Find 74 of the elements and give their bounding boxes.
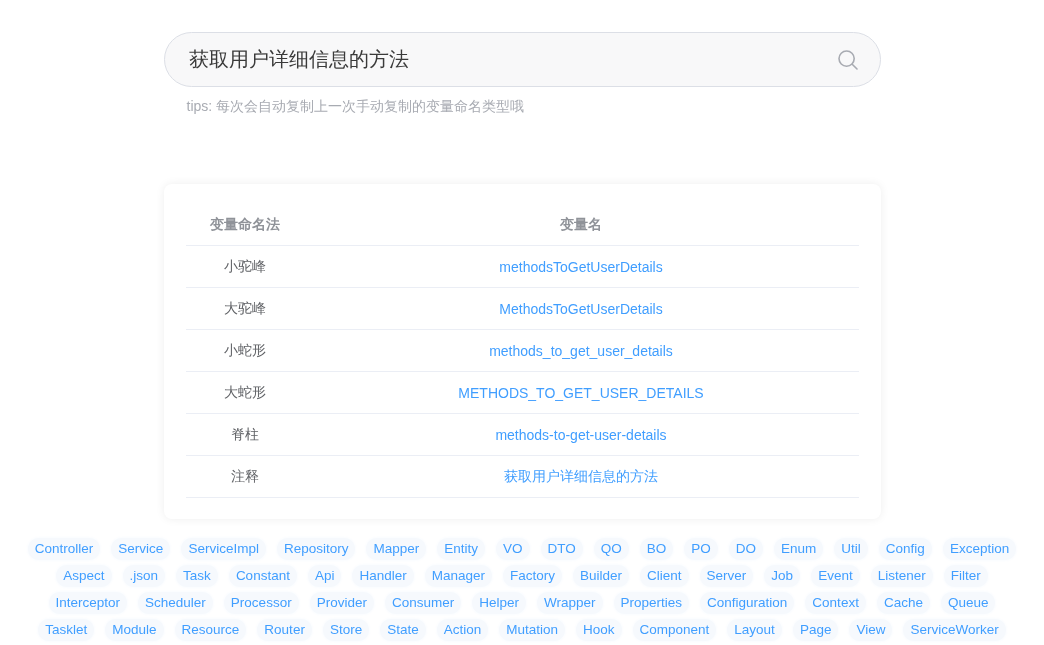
suffix-chip[interactable]: Context xyxy=(805,592,866,614)
variable-name-link[interactable]: METHODS_TO_GET_USER_DETAILS xyxy=(458,384,704,401)
suffix-chip[interactable]: Wrapper xyxy=(537,592,603,614)
variable-name-link[interactable]: methods_to_get_user_details xyxy=(489,342,673,359)
suffix-chip[interactable]: Queue xyxy=(940,592,996,614)
suffix-chip[interactable]: Factory xyxy=(503,565,563,587)
suffix-chip[interactable]: Module xyxy=(105,619,164,641)
variable-name-link[interactable]: methodsToGetUserDetails xyxy=(499,258,663,275)
suffix-chip[interactable]: Server xyxy=(699,565,754,587)
suffix-chip[interactable]: Properties xyxy=(613,592,690,614)
suffix-chip[interactable]: Controller xyxy=(27,538,101,560)
suffix-chip[interactable]: Action xyxy=(436,619,489,641)
suffix-chip[interactable]: DTO xyxy=(540,538,583,560)
suffix-chip[interactable]: DO xyxy=(728,538,764,560)
suffix-chip[interactable]: Page xyxy=(792,619,839,641)
suffix-chip[interactable]: State xyxy=(380,619,426,641)
suffix-chip[interactable]: Layout xyxy=(727,619,782,641)
suffix-chip[interactable]: Configuration xyxy=(700,592,795,614)
suffix-chip[interactable]: Resource xyxy=(174,619,247,641)
suffix-chip[interactable]: BO xyxy=(639,538,674,560)
suffix-chip[interactable]: Consumer xyxy=(384,592,462,614)
suffix-chip[interactable]: Mutation xyxy=(499,619,565,641)
suffix-chip[interactable]: Listener xyxy=(870,565,933,587)
search-field[interactable]: 获取用户详细信息的方法 xyxy=(163,32,881,87)
suffix-chip[interactable]: Interceptor xyxy=(48,592,128,614)
suffix-chip[interactable]: Job xyxy=(764,565,801,587)
suffix-chip[interactable]: QO xyxy=(593,538,629,560)
suffix-chip[interactable]: Hook xyxy=(576,619,622,641)
suffix-chip[interactable]: Cache xyxy=(876,592,930,614)
suffix-chip[interactable]: Provider xyxy=(309,592,374,614)
suffix-chip[interactable]: Constant xyxy=(228,565,297,587)
suffix-chip[interactable]: Exception xyxy=(942,538,1017,560)
suffix-chip[interactable]: Util xyxy=(834,538,868,560)
suffix-chip[interactable]: Processor xyxy=(223,592,299,614)
suffix-chip[interactable]: Enum xyxy=(774,538,824,560)
suffix-chip[interactable]: Component xyxy=(632,619,717,641)
tip-text: tips: 每次会自动复制上一次手动复制的变量命名类型哦 xyxy=(185,97,526,116)
suffix-chip[interactable]: ServiceImpl xyxy=(181,538,266,560)
suffix-chip[interactable]: Router xyxy=(257,619,312,641)
suffix-chip[interactable]: Scheduler xyxy=(138,592,213,614)
suffix-chip[interactable]: .json xyxy=(122,565,166,587)
suffix-chip[interactable]: Builder xyxy=(573,565,630,587)
suffix-chip[interactable]: View xyxy=(849,619,893,641)
naming-style-text: 大驼峰 xyxy=(223,299,266,316)
search-icon[interactable] xyxy=(837,50,858,70)
suffix-chip[interactable]: Aspect xyxy=(56,565,112,587)
column-header: 变量名 xyxy=(560,215,602,232)
suffix-chip[interactable]: Repository xyxy=(276,538,356,560)
suffix-chip[interactable]: Api xyxy=(307,565,342,587)
suffix-chip[interactable]: Filter xyxy=(943,565,988,587)
suffix-chip[interactable]: ServiceWorker xyxy=(903,619,1006,641)
suffix-chip[interactable]: Handler xyxy=(352,565,414,587)
naming-style-text: 注释 xyxy=(230,467,259,484)
naming-style-text: 小驼峰 xyxy=(223,257,266,274)
variable-name-link[interactable]: methods-to-get-user-details xyxy=(495,426,667,443)
suffix-chip[interactable]: Store xyxy=(322,619,370,641)
suffix-chip[interactable]: Task xyxy=(176,565,218,587)
suffix-chip[interactable]: Event xyxy=(811,565,860,587)
suffix-chip[interactable]: Config xyxy=(878,538,932,560)
suffix-chip[interactable]: Client xyxy=(640,565,689,587)
suffix-chip[interactable]: Service xyxy=(111,538,171,560)
suffix-chip[interactable]: PO xyxy=(684,538,718,560)
naming-style-text: 大蛇形 xyxy=(223,383,266,400)
suffix-chip[interactable]: Manager xyxy=(424,565,492,587)
variable-name-link[interactable]: MethodsToGetUserDetails xyxy=(499,300,663,317)
variable-name-link[interactable]: 获取用户详细信息的方法 xyxy=(504,467,658,484)
naming-style-text: 脊柱 xyxy=(230,425,259,442)
suffix-chip[interactable]: Helper xyxy=(472,592,526,614)
column-header: 变量命名法 xyxy=(209,215,280,232)
suffix-chip[interactable]: Entity xyxy=(437,538,485,560)
suffix-chip[interactable]: Mapper xyxy=(366,538,427,560)
suffix-chip[interactable]: Tasklet xyxy=(38,619,95,641)
suffix-chip[interactable]: VO xyxy=(496,538,530,560)
naming-style-text: 小蛇形 xyxy=(223,341,266,358)
